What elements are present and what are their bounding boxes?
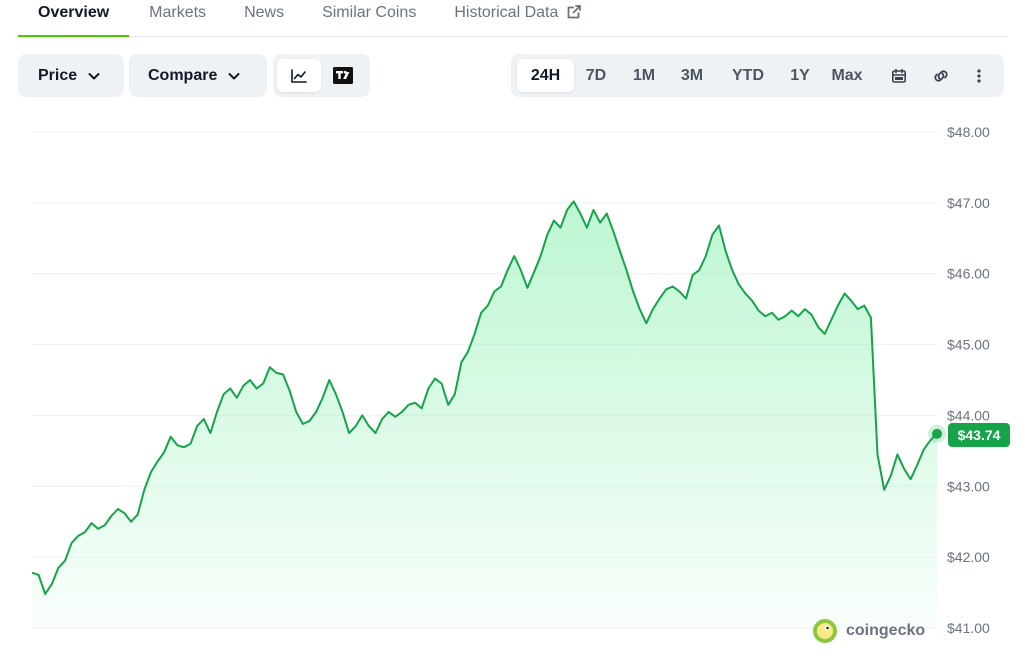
compare-dropdown[interactable]: Compare bbox=[129, 54, 267, 97]
y-tick-label: $47.00 bbox=[947, 195, 990, 211]
tab-news[interactable]: News bbox=[244, 0, 284, 37]
price-area-fill bbox=[32, 201, 937, 628]
range-7d-button[interactable]: 7D bbox=[575, 59, 617, 92]
price-chart[interactable]: $48.00 $47.00 $46.00 $45.00 $44.00 $43.00 $42.… bbox=[0, 110, 1029, 655]
chevron-down-icon bbox=[228, 72, 240, 79]
range-1m-button[interactable]: 1M bbox=[621, 59, 667, 92]
range-3m-button[interactable]: 3M bbox=[671, 59, 713, 92]
tab-historical-data-label: Historical Data bbox=[454, 4, 559, 21]
chart-toolbar: Price Compare 24H 7D 1M 3M YTD 1Y Max bbox=[18, 54, 1004, 97]
date-picker-button[interactable] bbox=[884, 59, 914, 92]
line-chart-button[interactable] bbox=[277, 59, 321, 92]
calendar-icon bbox=[891, 68, 906, 83]
y-tick-label: $44.00 bbox=[947, 407, 990, 423]
y-tick-label: $46.00 bbox=[947, 266, 990, 282]
watermark-text: coingecko bbox=[846, 622, 926, 639]
chart-view-toggle bbox=[273, 54, 370, 97]
tradingview-button[interactable] bbox=[321, 59, 365, 92]
range-24h-button[interactable]: 24H bbox=[517, 59, 574, 92]
y-tick-label: $42.00 bbox=[947, 549, 990, 565]
tab-overview[interactable]: Overview bbox=[18, 0, 130, 37]
share-link-button[interactable] bbox=[925, 59, 957, 92]
more-options-button[interactable] bbox=[967, 59, 991, 92]
y-tick-label: $48.00 bbox=[947, 124, 990, 140]
tab-markets[interactable]: Markets bbox=[149, 0, 206, 37]
current-price-dot bbox=[932, 428, 942, 439]
price-chart-svg: $48.00 $47.00 $46.00 $45.00 $44.00 $43.00 $42.… bbox=[31, 124, 990, 636]
tab-similar-coins[interactable]: Similar Coins bbox=[322, 0, 416, 37]
current-price-badge: $43.74 bbox=[948, 423, 1010, 447]
range-1y-button[interactable]: 1Y bbox=[781, 59, 819, 92]
price-dropdown[interactable]: Price bbox=[18, 54, 124, 97]
range-ytd-button[interactable]: YTD bbox=[721, 59, 775, 92]
range-max-button[interactable]: Max bbox=[826, 59, 868, 92]
tab-historical-data[interactable]: Historical Data bbox=[454, 0, 582, 37]
more-vertical-icon bbox=[977, 68, 981, 83]
chevron-down-icon bbox=[88, 72, 100, 79]
line-chart-icon bbox=[291, 68, 307, 83]
external-link-icon bbox=[567, 5, 582, 19]
y-tick-label: $43.00 bbox=[947, 478, 990, 494]
coin-tabs: Overview Markets News Similar Coins Hist… bbox=[18, 0, 1008, 37]
y-tick-label: $45.00 bbox=[947, 337, 990, 353]
link-icon bbox=[934, 69, 948, 82]
time-range-selector: 24H 7D 1M 3M YTD 1Y Max bbox=[511, 54, 1004, 97]
compare-dropdown-label: Compare bbox=[148, 66, 218, 84]
y-tick-label: $41.00 bbox=[947, 620, 990, 636]
coingecko-logo-icon bbox=[813, 619, 837, 643]
price-dropdown-label: Price bbox=[38, 66, 78, 84]
coingecko-watermark: coingecko bbox=[812, 617, 925, 645]
tradingview-icon bbox=[333, 67, 353, 84]
